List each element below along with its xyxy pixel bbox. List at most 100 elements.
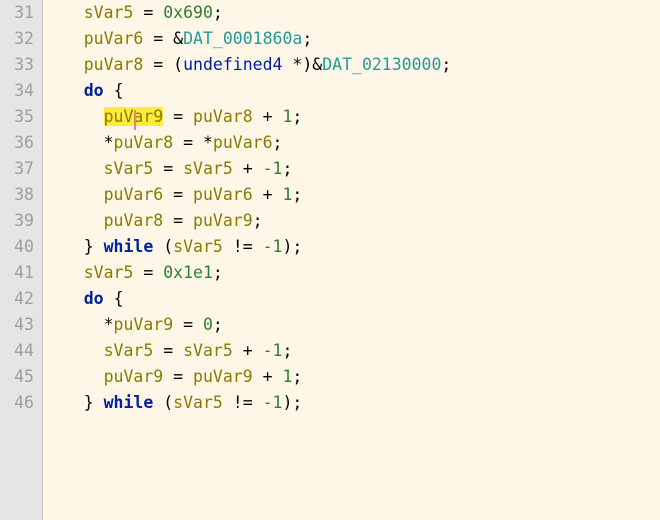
code-token: = (173, 367, 183, 386)
code-token: ; (213, 3, 223, 22)
code-token: + (243, 159, 253, 178)
code-token: sVar5 (84, 263, 134, 282)
code-token (153, 237, 163, 256)
code-token: sVar5 (104, 341, 154, 360)
code-line[interactable]: } while (sVar5 != -1); (44, 234, 660, 260)
code-token (273, 107, 283, 126)
code-token (233, 341, 243, 360)
code-token (143, 29, 153, 48)
line-number-gutter: 31323334353637383940414243444546 (0, 0, 42, 520)
code-token (163, 367, 173, 386)
code-line[interactable]: puVar6 = puVar6 + 1; (44, 182, 660, 208)
code-token: sVar5 (104, 159, 154, 178)
code-token: 1 (282, 367, 292, 386)
line-number: 31 (4, 0, 34, 26)
code-token (143, 55, 153, 74)
code-token: { (114, 289, 124, 308)
code-line[interactable]: puVar6 = &DAT_0001860a; (44, 26, 660, 52)
code-token: sVar5 (84, 3, 134, 22)
code-token (153, 263, 163, 282)
code-token: & (173, 29, 183, 48)
code-token: -1 (263, 393, 283, 412)
indent (44, 81, 84, 100)
code-token: ; (282, 159, 292, 178)
code-token: while (104, 237, 154, 256)
code-token: + (263, 185, 273, 204)
indent (44, 393, 84, 412)
code-token: puVar8 (114, 133, 174, 152)
code-line[interactable]: do { (44, 286, 660, 312)
code-token (173, 133, 183, 152)
code-token: & (312, 55, 322, 74)
code-line[interactable]: } while (sVar5 != -1); (44, 390, 660, 416)
code-token: do (84, 289, 104, 308)
code-token: ; (213, 263, 223, 282)
code-token: ( (173, 55, 183, 74)
code-token: undefined4 (183, 55, 282, 74)
code-line[interactable]: sVar5 = sVar5 + -1; (44, 156, 660, 182)
code-token: + (243, 341, 253, 360)
code-line[interactable]: *puVar9 = 0; (44, 312, 660, 338)
code-token: puVar8 (193, 107, 253, 126)
code-token: ; (292, 185, 302, 204)
line-number: 37 (4, 156, 34, 182)
code-line[interactable]: puVar9 = puVar9 + 1; (44, 364, 660, 390)
code-token: } (84, 237, 94, 256)
code-token: DAT_02130000 (322, 55, 441, 74)
code-token: -1 (263, 341, 283, 360)
indent (44, 237, 84, 256)
indent (44, 107, 104, 126)
code-token: = (173, 185, 183, 204)
code-token: puVar6 (213, 133, 273, 152)
line-number: 40 (4, 234, 34, 260)
code-token: puVar9 (193, 367, 253, 386)
line-number: 46 (4, 390, 34, 416)
code-token: = (163, 341, 173, 360)
code-token (253, 237, 263, 256)
code-token (273, 367, 283, 386)
code-token (133, 3, 143, 22)
code-line[interactable]: sVar5 = sVar5 + -1; (44, 338, 660, 364)
code-token: puVar6 (84, 29, 144, 48)
code-line[interactable]: do { (44, 78, 660, 104)
code-token: = (173, 211, 183, 230)
code-token: -1 (263, 159, 283, 178)
indent (44, 315, 104, 334)
code-token: { (114, 81, 124, 100)
code-line[interactable]: puVar8 = puVar9; (44, 208, 660, 234)
code-token (253, 107, 263, 126)
code-token (173, 341, 183, 360)
indent (44, 185, 104, 204)
code-token: ; (273, 133, 283, 152)
code-token: != (233, 237, 253, 256)
line-number: 44 (4, 338, 34, 364)
code-token (183, 107, 193, 126)
code-token (94, 393, 104, 412)
code-token (233, 159, 243, 178)
code-token: DAT_0001860a (183, 29, 302, 48)
code-token: = (153, 29, 163, 48)
code-token: ( (163, 393, 173, 412)
code-token (153, 341, 163, 360)
code-token (183, 211, 193, 230)
code-line[interactable]: *puVar8 = *puVar6; (44, 130, 660, 156)
line-number: 34 (4, 78, 34, 104)
text-cursor (134, 110, 136, 130)
code-line[interactable]: sVar5 = 0x690; (44, 0, 660, 26)
code-token: ; (213, 315, 223, 334)
code-token: puVar8 (104, 211, 164, 230)
code-token: sVar5 (173, 237, 223, 256)
code-token: while (104, 393, 154, 412)
code-token (153, 393, 163, 412)
code-token (173, 159, 183, 178)
indent (44, 29, 84, 48)
code-line[interactable]: puVar8 = (undefined4 *)&DAT_02130000; (44, 52, 660, 78)
code-token: puVar9 (114, 315, 174, 334)
code-token (163, 107, 173, 126)
indent (44, 289, 84, 308)
code-token: sVar5 (183, 341, 233, 360)
code-line[interactable]: puVar9 = puVar8 + 1; (44, 104, 660, 130)
code-line[interactable]: sVar5 = 0x1e1; (44, 260, 660, 286)
code-editor-area[interactable]: sVar5 = 0x690; puVar6 = &DAT_0001860a; p… (42, 0, 660, 520)
code-token: ; (292, 107, 302, 126)
